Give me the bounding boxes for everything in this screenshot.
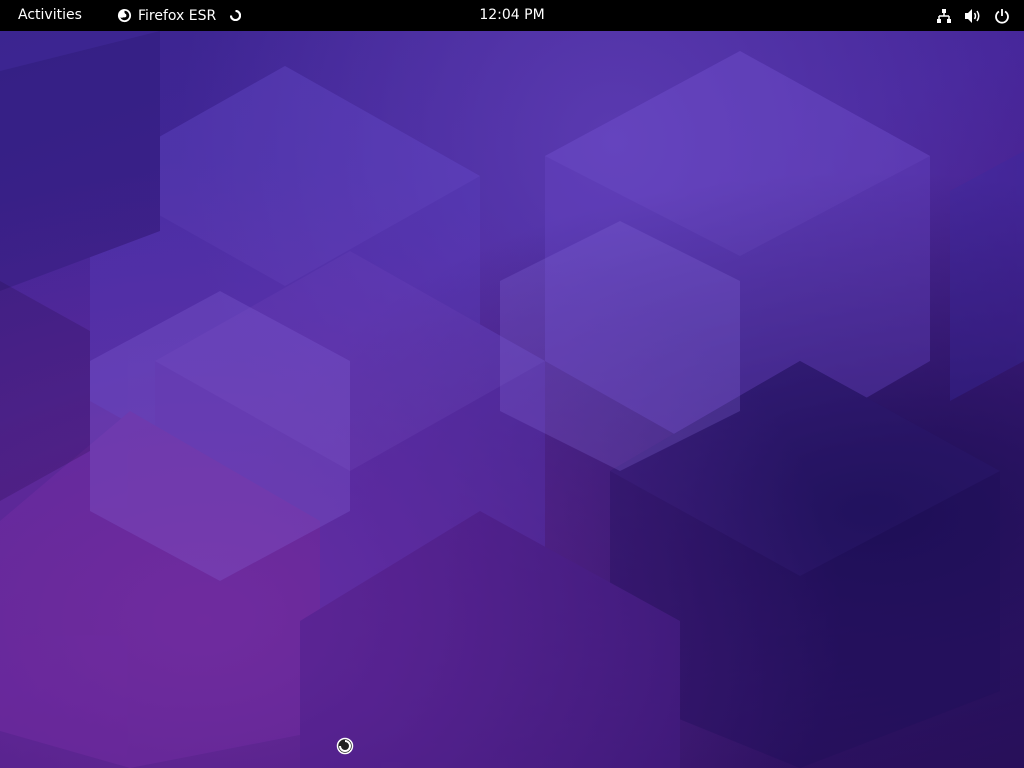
app-menu-label: Firefox ESR [138, 7, 217, 24]
desktop-background[interactable] [0, 31, 1024, 768]
firefox-icon [117, 8, 132, 23]
app-menu[interactable]: Firefox ESR [117, 6, 242, 25]
loading-cursor-icon [336, 737, 354, 755]
network-icon [937, 8, 951, 23]
system-menu[interactable] [936, 6, 1010, 25]
activities-button[interactable]: Activities [18, 7, 82, 24]
top-bar: Activities Firefox ESR 12:04 PM [0, 0, 1024, 31]
power-icon [995, 8, 1009, 24]
wallpaper-cubes [0, 31, 1024, 768]
loading-spinner-icon [230, 10, 242, 21]
clock-button[interactable]: 12:04 PM [479, 7, 544, 23]
volume-icon [965, 8, 980, 23]
